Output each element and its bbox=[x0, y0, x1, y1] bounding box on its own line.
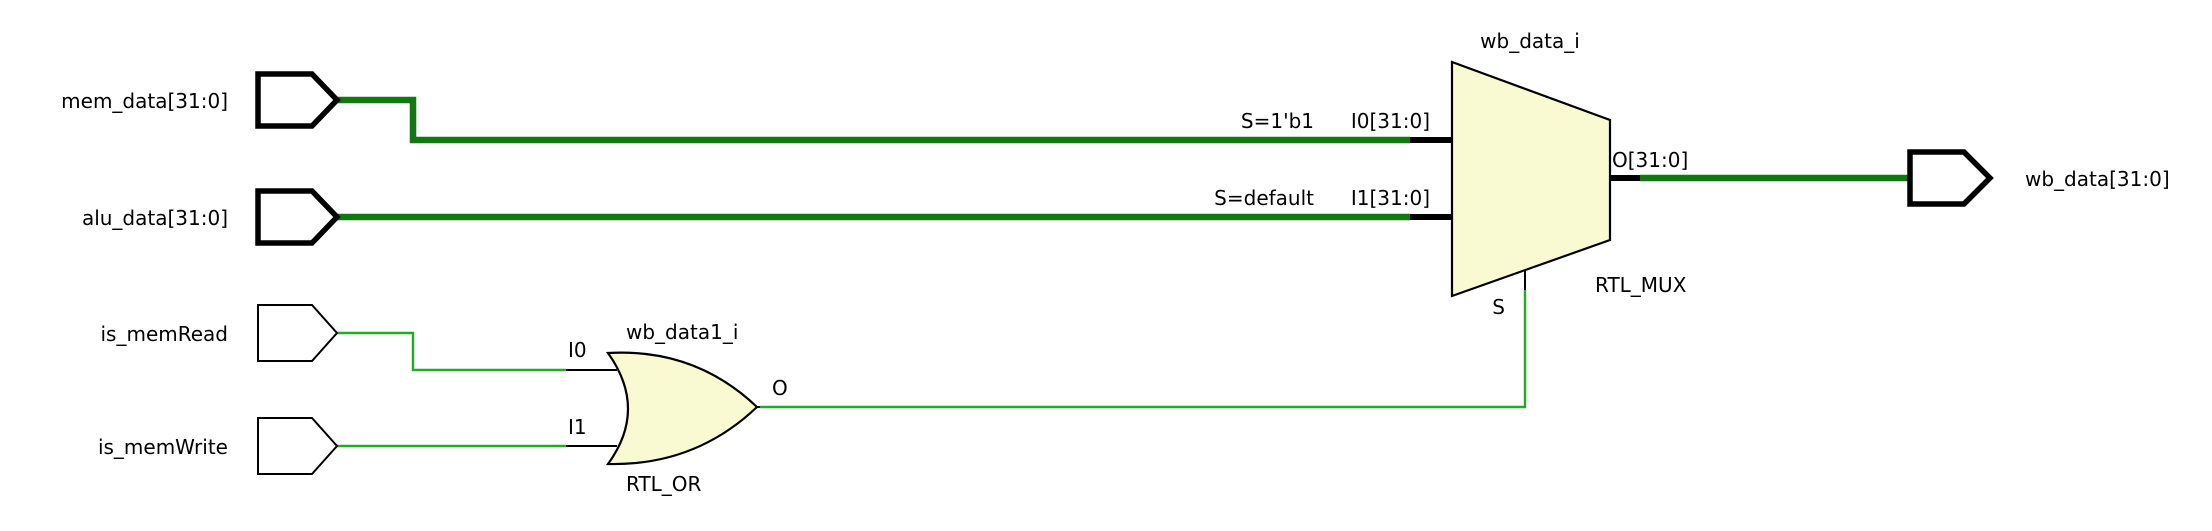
or-i0-label: I0 bbox=[568, 338, 587, 362]
port-is-memread-label: is_memRead bbox=[101, 322, 229, 346]
port-alu-data-label: alu_data[31:0] bbox=[82, 206, 228, 230]
schematic-canvas: mem_data[31:0] alu_data[31:0] is_memRead… bbox=[61, 29, 2170, 496]
mux-type-label: RTL_MUX bbox=[1595, 273, 1687, 297]
port-is-memwrite-label: is_memWrite bbox=[98, 435, 228, 459]
mux-i0-label: I0[31:0] bbox=[1351, 109, 1430, 133]
or-i1-label: I1 bbox=[568, 415, 587, 439]
or-gate[interactable]: wb_data1_i RTL_OR I0 I1 O bbox=[566, 320, 788, 496]
mux-out-label: O[31:0] bbox=[1612, 148, 1688, 172]
or-type-label: RTL_OR bbox=[626, 472, 702, 496]
port-wb-data[interactable]: wb_data[31:0] bbox=[1907, 149, 2170, 207]
mux-instance-label: wb_data_i bbox=[1480, 29, 1580, 53]
port-mem-data-label: mem_data[31:0] bbox=[61, 89, 228, 113]
net-or-out[interactable] bbox=[760, 290, 1527, 409]
port-is-memread[interactable]: is_memRead bbox=[101, 304, 339, 362]
or-body bbox=[605, 351, 759, 466]
net-is-memread[interactable] bbox=[337, 331, 566, 372]
port-mem-data[interactable]: mem_data[31:0] bbox=[61, 71, 341, 129]
port-is-memwrite[interactable]: is_memWrite bbox=[98, 417, 339, 475]
port-wb-data-label: wb_data[31:0] bbox=[2025, 167, 2170, 191]
mux-cell[interactable]: wb_data_i RTL_MUX S=1'b1 I0[31:0] S=defa… bbox=[1214, 29, 1688, 319]
port-alu-data[interactable]: alu_data[31:0] bbox=[82, 188, 341, 246]
mux-body bbox=[1450, 60, 1612, 298]
or-instance-label: wb_data1_i bbox=[626, 320, 738, 344]
mux-sel-label: S bbox=[1492, 295, 1505, 319]
mux-i1-label: I1[31:0] bbox=[1351, 186, 1430, 210]
or-out-label: O bbox=[772, 376, 788, 400]
mux-i0-sel-label: S=1'b1 bbox=[1241, 109, 1314, 133]
mux-i1-sel-label: S=default bbox=[1214, 186, 1314, 210]
